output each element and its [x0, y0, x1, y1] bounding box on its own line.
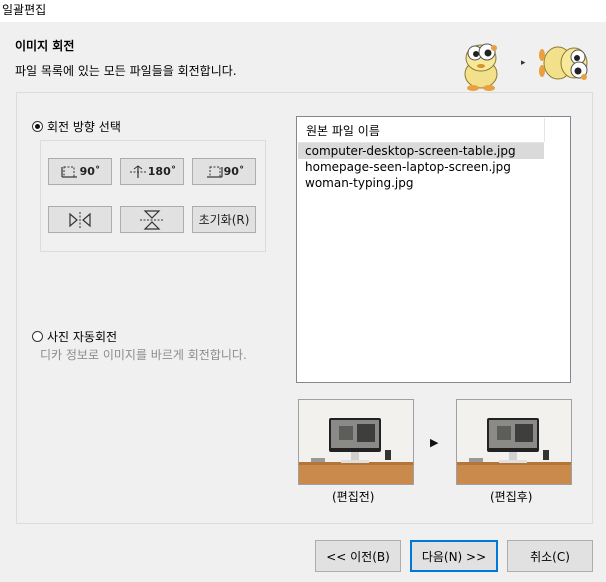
radio-unchecked-icon: [32, 331, 43, 342]
mascot-after-icon: [539, 46, 588, 80]
page-subtitle: 파일 목록에 있는 모든 파일들을 회전합니다.: [15, 64, 237, 78]
auto-rotation-label: 사진 자동회전: [47, 330, 118, 344]
prev-button[interactable]: << 이전(B): [315, 540, 401, 572]
manual-rotation-label: 회전 방향 선택: [47, 120, 121, 134]
rotate-left-icon: [60, 166, 77, 178]
play-arrow-icon: ▶: [430, 436, 439, 449]
flip-horizontal-icon: [69, 211, 91, 228]
auto-rotation-hint: 디카 정보로 이미지를 바르게 회전합니다.: [40, 348, 247, 362]
preview-before-image: [298, 399, 414, 485]
flip-vertical-button[interactable]: [120, 206, 184, 233]
rotate-180-label: 180˚: [147, 165, 177, 178]
rotate-right-icon: [206, 166, 223, 178]
desk-photo-after: [457, 400, 571, 484]
transform-arrow-icon: ▸: [521, 58, 526, 68]
mascot-before-icon: [464, 43, 498, 91]
file-name: woman-typing.jpg: [305, 176, 414, 190]
rotate-180-icon: [129, 164, 146, 178]
page-title: 이미지 회전: [15, 39, 75, 53]
file-list-item[interactable]: woman-typing.jpg: [298, 175, 544, 191]
preview-before-label: (편집전): [332, 490, 375, 504]
flip-vertical-icon: [140, 209, 164, 230]
file-name: computer-desktop-screen-table.jpg: [305, 144, 516, 158]
rotate-right-button[interactable]: 90˚: [192, 158, 256, 185]
preview-after-image: [456, 399, 572, 485]
radio-checked-icon: [32, 121, 43, 132]
file-list-column-header[interactable]: 원본 파일 이름: [298, 118, 544, 143]
window-title: 일괄편집: [2, 3, 47, 17]
auto-rotation-radio[interactable]: 사진 자동회전: [32, 328, 117, 345]
manual-rotation-radio[interactable]: 회전 방향 선택: [32, 118, 121, 135]
cancel-button[interactable]: 취소(C): [507, 540, 593, 572]
desk-photo-before: [299, 400, 413, 484]
column-divider: [544, 118, 545, 142]
title-bar: 일괄편집: [0, 0, 606, 22]
file-list[interactable]: 원본 파일 이름 computer-desktop-screen-table.j…: [296, 116, 571, 383]
file-list-item[interactable]: homepage-seen-laptop-screen.jpg: [298, 159, 544, 175]
file-name: homepage-seen-laptop-screen.jpg: [305, 160, 511, 174]
reset-button[interactable]: 초기화(R): [192, 206, 256, 233]
preview-after-label: (편집후): [490, 490, 533, 504]
flip-horizontal-button[interactable]: [48, 206, 112, 233]
rotate-180-button[interactable]: 180˚: [120, 158, 184, 185]
next-button[interactable]: 다음(N) >>: [410, 540, 498, 572]
file-list-item[interactable]: computer-desktop-screen-table.jpg: [298, 143, 544, 159]
rotate-right-label: 90˚: [223, 165, 245, 178]
file-list-header-label: 원본 파일 이름: [306, 124, 380, 138]
rotate-left-label: 90˚: [79, 165, 101, 178]
rotation-button-group: [40, 140, 266, 252]
dialog: 이미지 회전 파일 목록에 있는 모든 파일들을 회전합니다. ▸ 회전 방향 …: [0, 22, 606, 582]
rotate-left-button[interactable]: 90˚: [48, 158, 112, 185]
